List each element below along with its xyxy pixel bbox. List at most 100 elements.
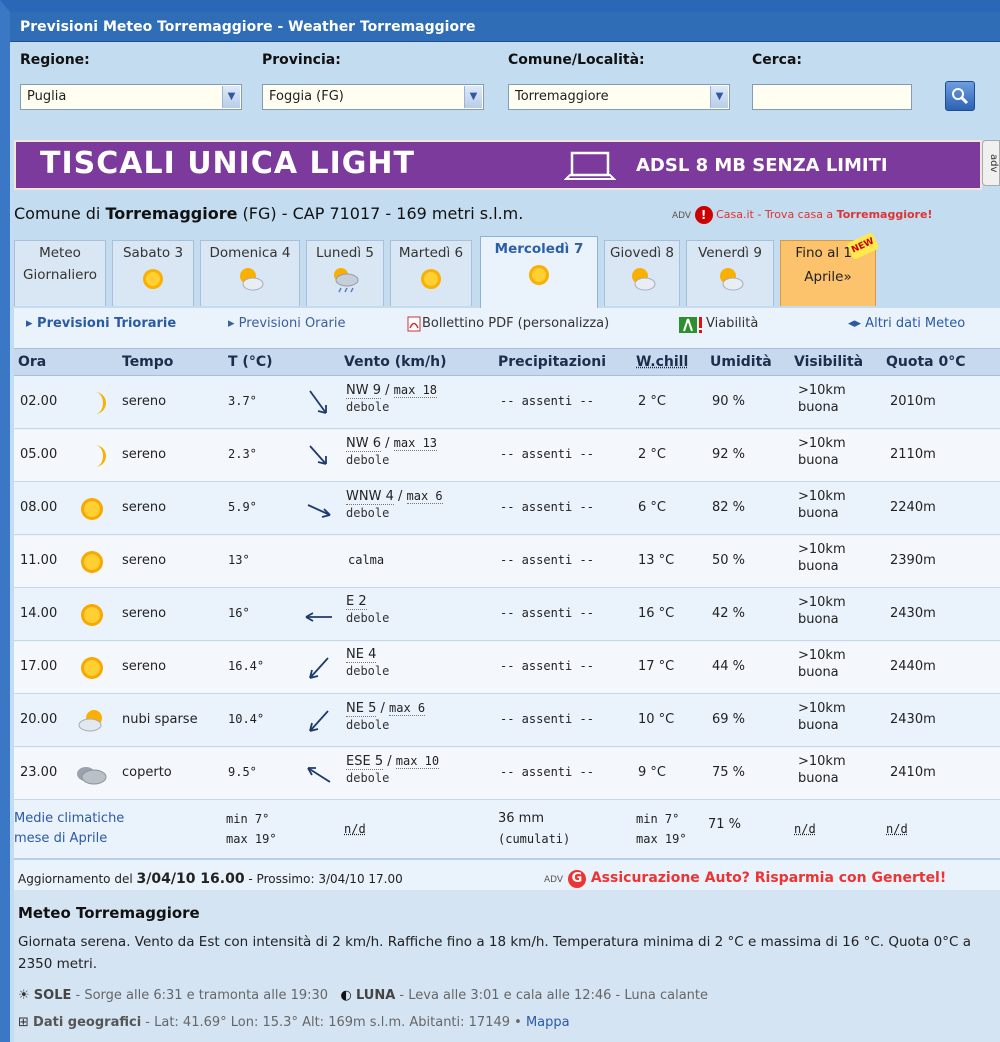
genertel-ad[interactable]: ADV G Assicurazione Auto? Risparmia con … xyxy=(544,870,946,888)
cell-ora: 20.00 xyxy=(20,712,58,727)
cell-quota: 2440m xyxy=(890,659,936,674)
regione-select[interactable]: Puglia ▼ xyxy=(20,84,242,110)
cell-wchill: 16 °C xyxy=(638,606,675,621)
wind-dir: E xyxy=(346,594,355,609)
forecast-links: ▸ Previsioni Triorarie ▸ Previsioni Orar… xyxy=(14,316,1000,338)
overcast-icon xyxy=(77,767,107,785)
wind-dir: NW xyxy=(346,436,369,451)
medie-label[interactable]: Medie climatiche mese di Aprile xyxy=(14,809,124,849)
cell-quota: 2430m xyxy=(890,712,936,727)
wind-arrow-icon xyxy=(309,710,329,732)
pdf-icon xyxy=(407,316,421,332)
link-viabilita[interactable]: Viabilità xyxy=(678,316,758,334)
cell-quota: 2410m xyxy=(890,765,936,780)
map-link[interactable]: Mappa xyxy=(526,1015,570,1030)
cell-precip: -- assenti -- xyxy=(500,394,594,408)
wind-dir: NW xyxy=(346,383,369,398)
adv-tag: adv xyxy=(982,140,1000,186)
tab-label: Giovedì 8 xyxy=(610,245,674,261)
sun-icon xyxy=(81,604,103,626)
cell-precip: -- assenti -- xyxy=(500,765,594,779)
tab-sabato-3[interactable]: Sabato 3 xyxy=(112,240,194,306)
moon-icon xyxy=(95,392,106,414)
search-input[interactable] xyxy=(752,84,912,110)
update-next: - Prossimo: 3/04/10 17.00 xyxy=(244,872,403,886)
link-bollettino-pdf[interactable]: Bollettino PDF (personalizza) xyxy=(406,316,609,333)
chevron-down-icon[interactable]: ▼ xyxy=(222,86,240,108)
cell-temperatura: 13° xyxy=(228,553,250,567)
moon-icon xyxy=(95,445,106,467)
cell-tempo: sereno xyxy=(122,447,167,462)
tab-label: Meteo xyxy=(39,245,81,261)
table-header: Ora Tempo T (°C) Vento (km/h) Precipitaz… xyxy=(14,348,1000,376)
medie-climatiche-row: Medie climatiche mese di Aprile min 7° max… xyxy=(14,805,1000,860)
cell-precip: -- assenti -- xyxy=(500,659,594,673)
link-altri-dati-meteo[interactable]: ◂▸ Altri dati Meteo xyxy=(848,316,965,331)
link-previsioni-orarie[interactable]: ▸ Previsioni Orarie xyxy=(228,316,345,331)
cell-temperatura: 16° xyxy=(228,606,250,620)
tab-martedi-6[interactable]: Martedì 6 xyxy=(390,240,472,306)
table-row: 23.00 coperto 9.5° ESE 5 / max 10 debole … xyxy=(14,748,1000,800)
vis-quality: buona xyxy=(798,718,839,733)
cell-ora: 11.00 xyxy=(20,553,58,568)
tab-label: Giornaliero xyxy=(23,267,97,283)
luna-text: - Leva alle 3:01 e cala alle 12:46 - Lun… xyxy=(395,988,708,1003)
sun-moon-info: ☀ SOLE - Sorge alle 6:31 e tramonta alle… xyxy=(18,988,708,1003)
search-button[interactable] xyxy=(945,81,975,111)
wind-strength: debole xyxy=(346,453,390,467)
update-date: 3/04/10 16.00 xyxy=(136,871,245,887)
cell-vento: calma xyxy=(348,553,385,567)
tab-giovedi-8[interactable]: Giovedì 8 xyxy=(604,240,680,306)
comune-select[interactable]: Torremaggiore ▼ xyxy=(508,84,730,110)
cell-wchill: 9 °C xyxy=(638,765,666,780)
partly-cloudy-icon xyxy=(78,710,102,732)
cell-tempo: nubi sparse xyxy=(122,712,198,727)
chevron-down-icon[interactable]: ▼ xyxy=(464,86,482,108)
provincia-select[interactable]: Foggia (FG) ▼ xyxy=(262,84,484,110)
vis-quality: buona xyxy=(798,771,839,786)
sun-icon xyxy=(81,551,103,573)
tab-domenica-4[interactable]: Domenica 4 xyxy=(200,240,300,306)
wind-arrow-icon xyxy=(305,612,332,622)
cell-precip: -- assenti -- xyxy=(500,447,594,461)
cell-quota: 2430m xyxy=(890,606,936,621)
cell-quota: 2390m xyxy=(890,553,936,568)
wind-speed: 4 xyxy=(368,647,377,662)
chevron-down-icon[interactable]: ▼ xyxy=(710,86,728,108)
tab-lunedi-5[interactable]: Lunedì 5 xyxy=(306,240,384,306)
banner-offer: ADSL 8 MB SENZA LIMITI xyxy=(636,155,888,176)
table-row: 14.00 sereno 16° E 2 debole -- assenti --… xyxy=(14,589,1000,641)
casa-ad[interactable]: ADV ! Casa.it - Trova casa a Torremaggio… xyxy=(672,206,932,224)
cloud-rain-icon xyxy=(334,268,359,293)
vis-range: >10km xyxy=(798,542,846,557)
cell-visibilita: >10km buona xyxy=(798,435,846,469)
medie-vento: n/d xyxy=(344,822,366,836)
partly-cloudy-icon xyxy=(632,268,656,291)
location-details: (FG) - CAP 71017 - 169 metri s.l.m. xyxy=(237,204,524,223)
wind-strength: debole xyxy=(346,611,390,625)
summary-title: Meteo Torremaggiore xyxy=(18,904,200,922)
tab-mercoledi-7[interactable]: Mercoledì 7 xyxy=(480,236,598,308)
cell-visibilita: >10km buona xyxy=(798,647,846,681)
update-info: Aggiornamento del 3/04/10 16.00 - Prossi… xyxy=(18,871,403,887)
cell-wchill: 17 °C xyxy=(638,659,675,674)
cell-temperatura: 10.4° xyxy=(228,712,265,726)
cell-vento: NE 5 / max 6 debole xyxy=(346,701,426,732)
globe-icon: ⊞ xyxy=(18,1015,29,1030)
cell-vento: WNW 4 / max 6 debole xyxy=(346,489,443,520)
cell-visibilita: >10km buona xyxy=(798,594,846,628)
cerca-label: Cerca: xyxy=(752,52,803,68)
tab-label: Domenica 4 xyxy=(209,245,291,261)
forecast-panel: ▸ Previsioni Triorarie ▸ Previsioni Orar… xyxy=(14,308,1000,1042)
medie-wchill: min 7° max 19° xyxy=(636,809,687,849)
tab-meteo-giornaliero[interactable]: Meteo Giornaliero xyxy=(14,240,106,306)
link-previsioni-triorarie[interactable]: ▸ Previsioni Triorarie xyxy=(26,316,176,331)
tab-fino-al-17[interactable]: Fino al 17 Aprile» NEW xyxy=(780,231,880,306)
header-vento: Vento (km/h) xyxy=(344,354,447,370)
tab-venerdi-9[interactable]: Venerdì 9 xyxy=(686,240,774,306)
summary-section: Meteo Torremaggiore Giornata serena. Ven… xyxy=(14,890,1000,1042)
cell-umidita: 82 % xyxy=(712,500,746,515)
header-wchill[interactable]: W.chill xyxy=(636,354,688,370)
cell-umidita: 90 % xyxy=(712,394,746,409)
tiscali-banner[interactable]: TISCALI UNICA LIGHT ADSL 8 MB SENZA LIMI… xyxy=(14,140,982,190)
